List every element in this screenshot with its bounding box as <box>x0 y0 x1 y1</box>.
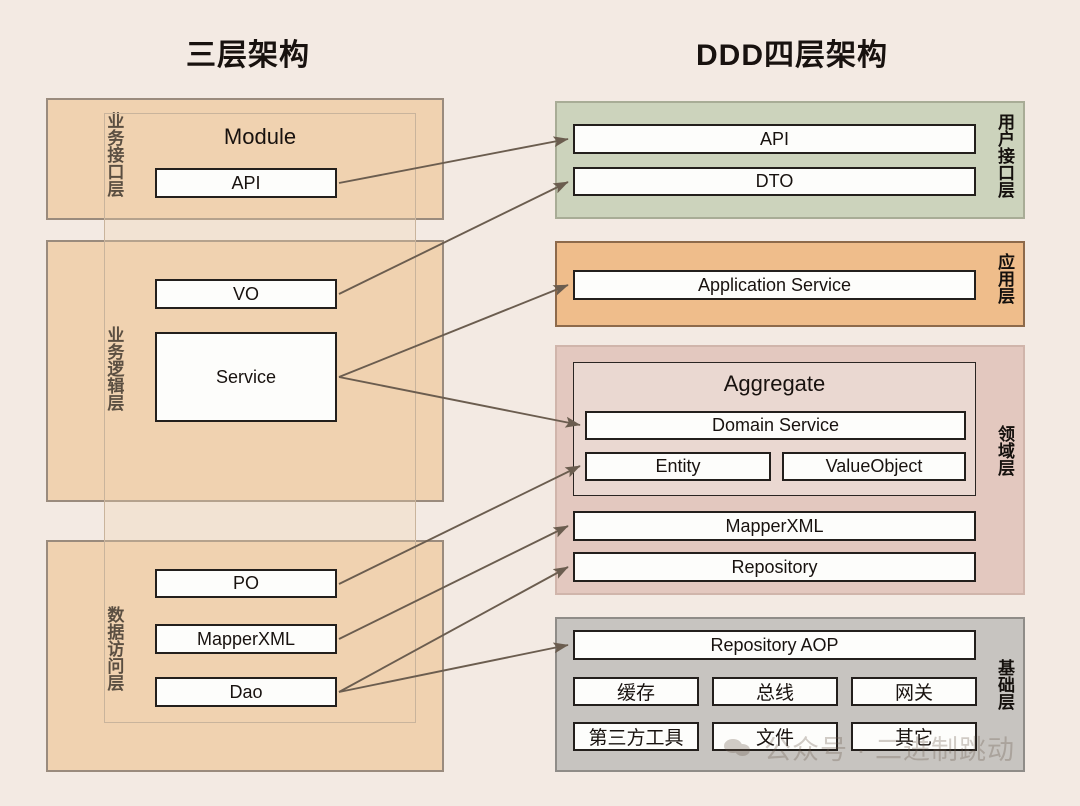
box-third-party-tool[interactable]: 第三方工具 <box>573 722 699 751</box>
aggregate-container-title: Aggregate <box>723 371 826 396</box>
box-repository-aop[interactable]: Repository AOP <box>573 630 976 660</box>
layer-label-user-interface: 用户接口层 <box>995 113 1014 198</box>
architecture-diagram: 三层架构 DDD四层架构 业务接口层 业务逻辑层 数据访问层 Module AP… <box>0 0 1080 806</box>
layer-label-application: 应用层 <box>995 253 1014 304</box>
box-api-three-tier[interactable]: API <box>155 168 337 198</box>
box-repository[interactable]: Repository <box>573 552 976 582</box>
box-po[interactable]: PO <box>155 569 337 598</box>
box-other[interactable]: 其它 <box>851 722 977 751</box>
box-service[interactable]: Service <box>155 332 337 422</box>
layer-label-domain: 领域层 <box>995 425 1014 476</box>
box-mapperxml-ddd[interactable]: MapperXML <box>573 511 976 541</box>
box-domain-service[interactable]: Domain Service <box>585 411 966 440</box>
box-cache[interactable]: 缓存 <box>573 677 699 706</box>
box-application-service[interactable]: Application Service <box>573 270 976 300</box>
box-api-ddd[interactable]: API <box>573 124 976 154</box>
box-dao[interactable]: Dao <box>155 677 337 707</box>
layer-user-interface: 用户接口层 <box>555 101 1025 219</box>
page-title-ddd: DDD四层架构 <box>696 39 888 72</box>
box-gateway[interactable]: 网关 <box>851 677 977 706</box>
box-entity[interactable]: Entity <box>585 452 771 481</box>
box-file[interactable]: 文件 <box>712 722 838 751</box>
module-container-title: Module <box>223 124 297 149</box>
layer-label-infrastructure: 基础层 <box>995 659 1014 710</box>
page-title-three-tier: 三层架构 <box>186 39 310 72</box>
box-dto[interactable]: DTO <box>573 167 976 196</box>
box-vo[interactable]: VO <box>155 279 337 309</box>
box-value-object[interactable]: ValueObject <box>782 452 966 481</box>
box-mapperxml-three-tier[interactable]: MapperXML <box>155 624 337 654</box>
box-bus[interactable]: 总线 <box>712 677 838 706</box>
